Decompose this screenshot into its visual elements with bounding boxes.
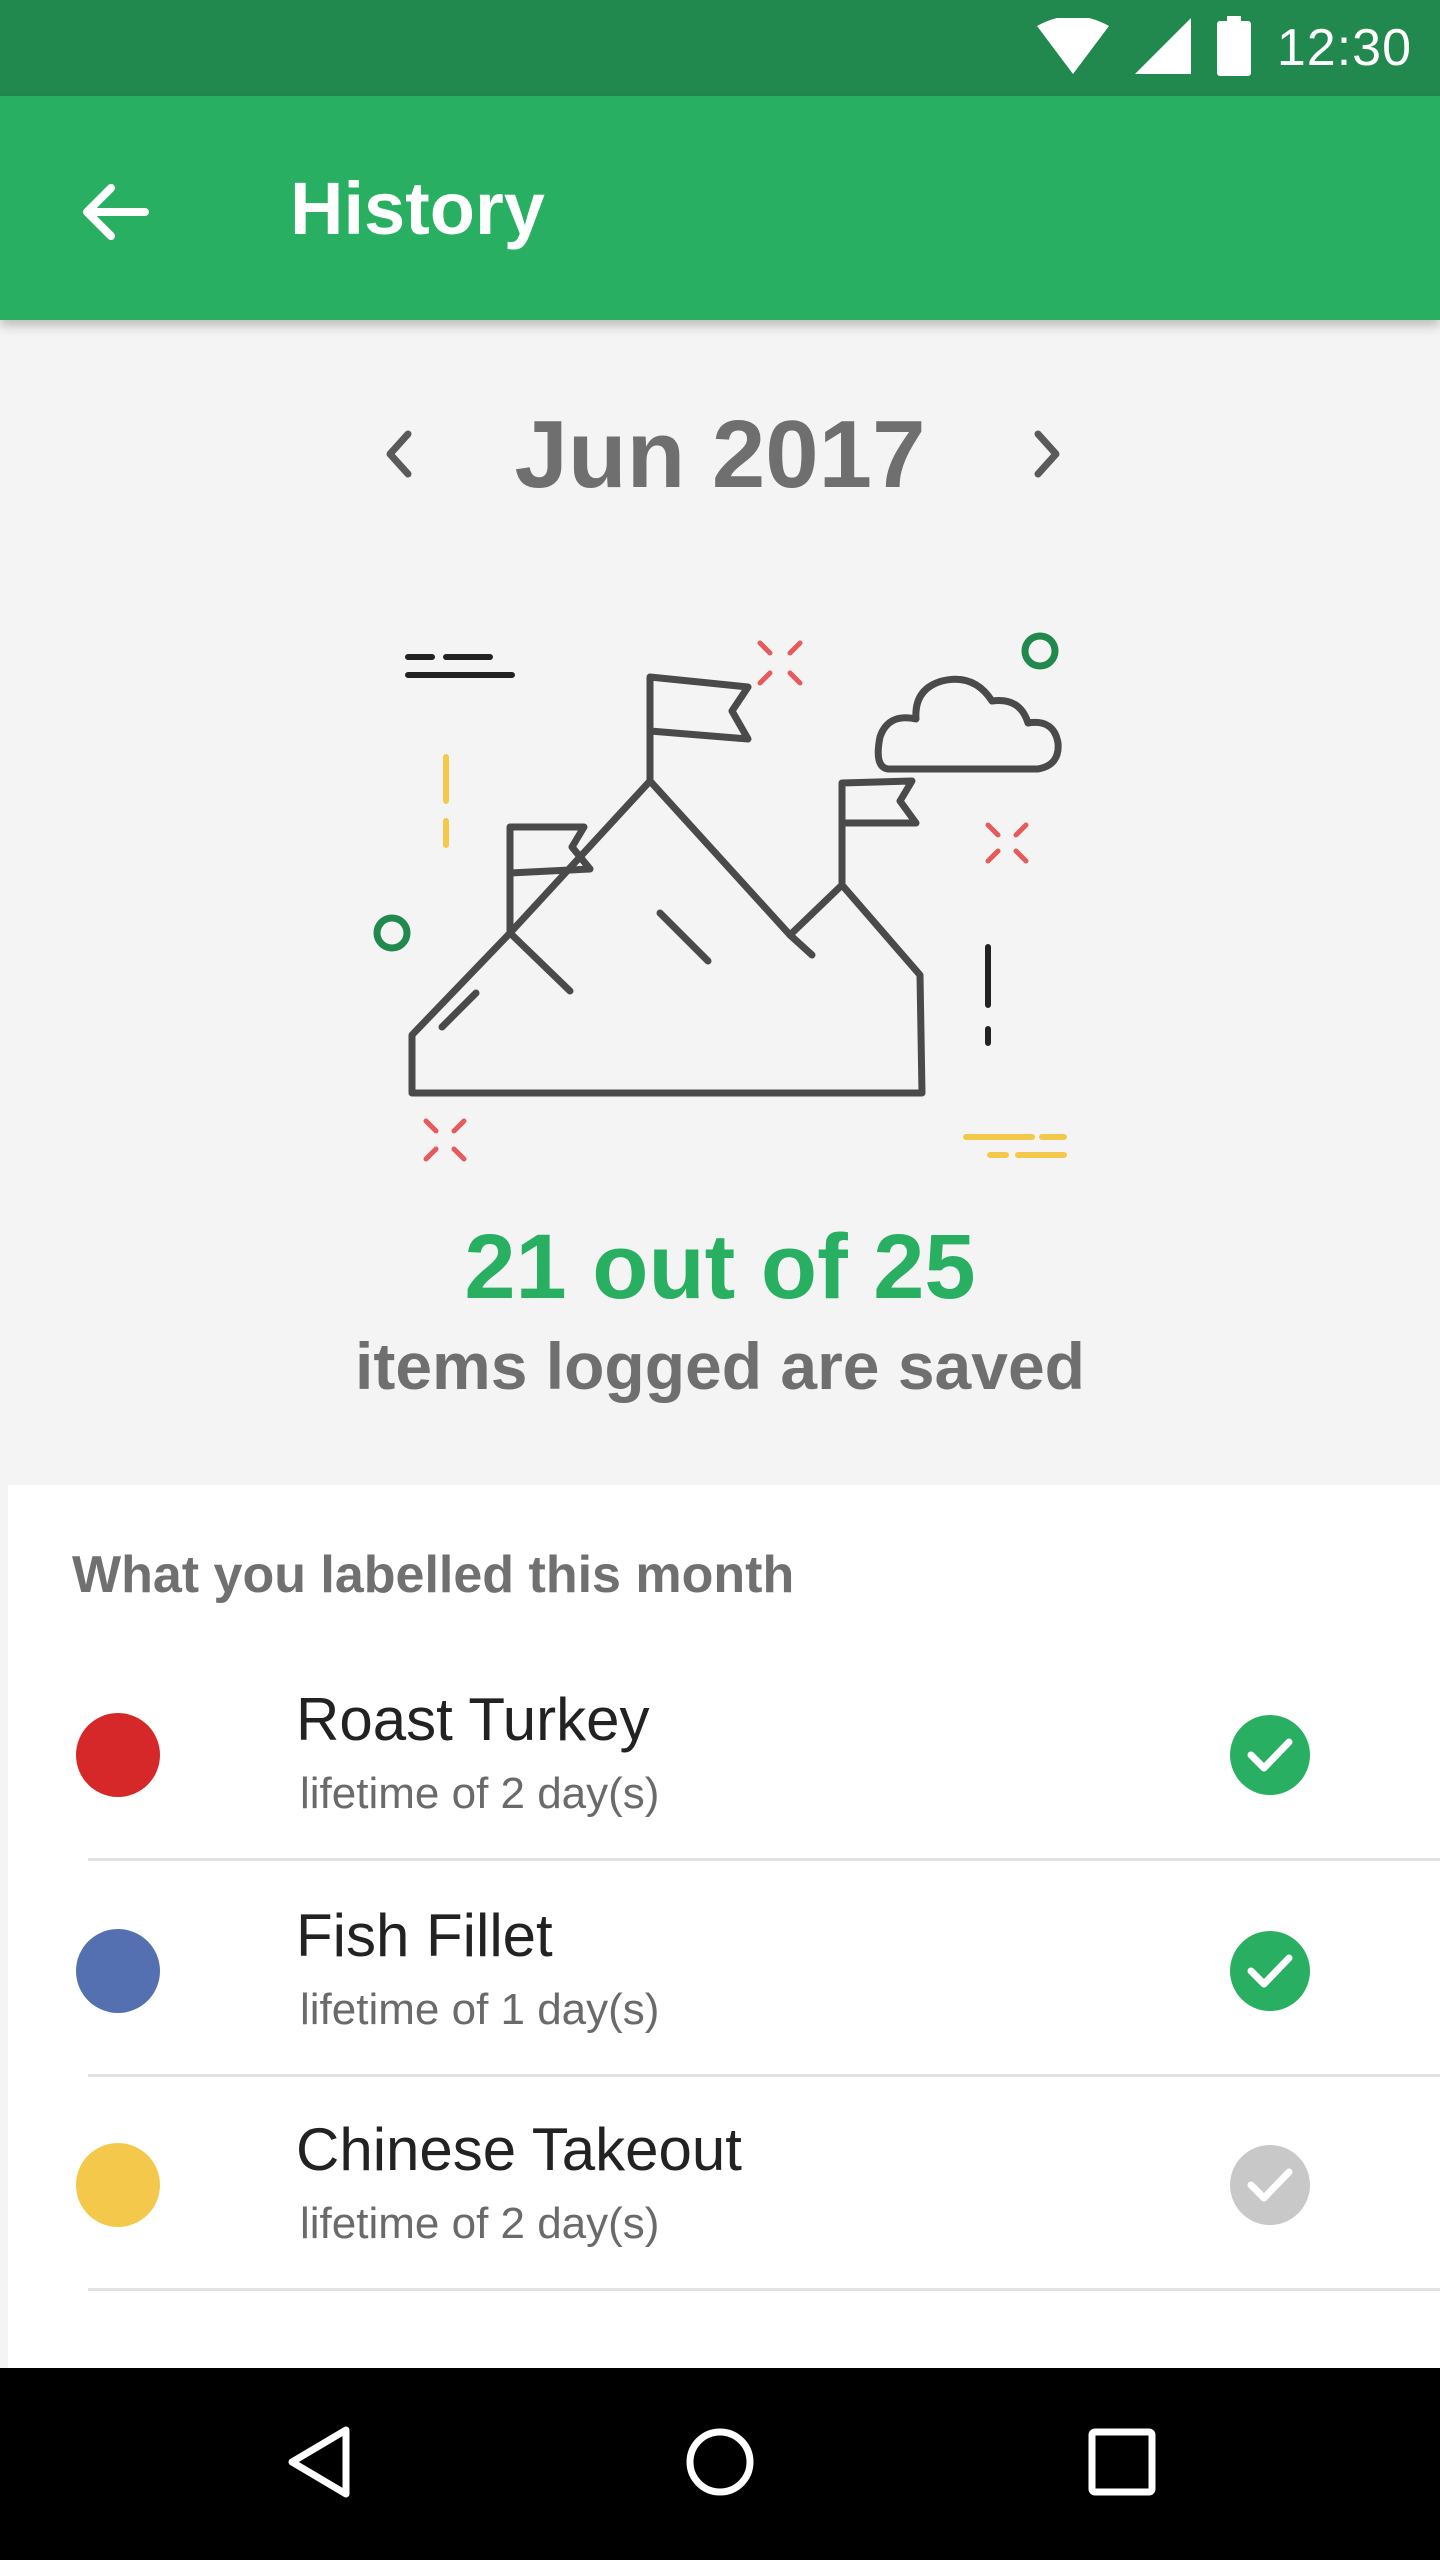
list-item[interactable]: Roast Turkey lifetime of 2 day(s) bbox=[8, 1645, 1440, 1861]
mountain-flags-illustration bbox=[360, 615, 1100, 1175]
nav-home-button[interactable] bbox=[660, 2404, 780, 2524]
app-bar: History bbox=[0, 96, 1440, 320]
color-dot bbox=[76, 2143, 160, 2227]
back-button[interactable] bbox=[66, 166, 162, 262]
check-circle-icon bbox=[1230, 1715, 1310, 1795]
labelled-items-card: What you labelled this month Roast Turke… bbox=[8, 1485, 1440, 2370]
divider bbox=[88, 2288, 1440, 2291]
arrow-left-icon bbox=[79, 182, 149, 247]
item-name: Fish Fillet bbox=[296, 1902, 553, 1969]
signal-icon bbox=[1134, 17, 1191, 79]
home-circle-icon bbox=[684, 2426, 756, 2503]
status-icons: 12:30 bbox=[1036, 0, 1412, 96]
system-nav-bar bbox=[0, 2368, 1440, 2560]
chevron-left-icon bbox=[378, 424, 418, 489]
status-bar: 12:30 bbox=[0, 0, 1440, 96]
color-dot bbox=[76, 1713, 160, 1797]
saved-description: items logged are saved bbox=[355, 1329, 1085, 1403]
item-lifetime: lifetime of 1 day(s) bbox=[300, 1985, 660, 2034]
chevron-right-icon bbox=[1028, 424, 1068, 489]
battery-icon bbox=[1216, 15, 1251, 81]
item-name: Chinese Takeout bbox=[296, 2116, 742, 2183]
status-time: 12:30 bbox=[1276, 19, 1412, 77]
month-navigator: Jun 2017 bbox=[0, 390, 1440, 520]
list-item[interactable]: Chinese Takeout lifetime of 2 day(s) bbox=[8, 2075, 1440, 2291]
previous-month-button[interactable] bbox=[350, 408, 446, 504]
saved-count: 21 out of 25 bbox=[464, 1216, 976, 1318]
recents-square-icon bbox=[1086, 2426, 1158, 2503]
item-lifetime: lifetime of 2 day(s) bbox=[300, 2199, 660, 2248]
next-month-button[interactable] bbox=[1000, 408, 1096, 504]
color-dot bbox=[76, 1929, 160, 2013]
check-circle-icon bbox=[1230, 2145, 1310, 2225]
page-title: History bbox=[290, 166, 545, 250]
month-label: Jun 2017 bbox=[514, 401, 926, 508]
check-circle-icon bbox=[1230, 1931, 1310, 2011]
wifi-icon bbox=[1036, 15, 1109, 79]
list-item[interactable]: Fish Fillet lifetime of 1 day(s) bbox=[8, 1861, 1440, 2077]
card-title: What you labelled this month bbox=[72, 1546, 795, 1604]
nav-back-button[interactable] bbox=[260, 2404, 380, 2524]
item-lifetime: lifetime of 2 day(s) bbox=[300, 1769, 660, 1818]
nav-recents-button[interactable] bbox=[1062, 2404, 1182, 2524]
item-name: Roast Turkey bbox=[296, 1686, 650, 1753]
back-triangle-icon bbox=[284, 2424, 356, 2505]
